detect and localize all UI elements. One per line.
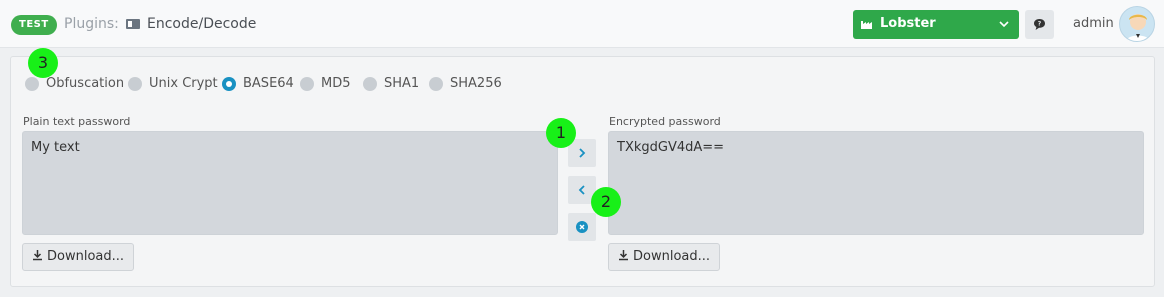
- radio-circle[interactable]: [300, 77, 314, 91]
- radio-circle[interactable]: [128, 77, 142, 91]
- radio-label: SHA1: [384, 76, 420, 91]
- plugin-name[interactable]: Encode/Decode: [147, 16, 256, 32]
- svg-text:?: ?: [1038, 21, 1042, 28]
- annotation-marker-2: 2: [591, 187, 621, 217]
- radio-label: SHA256: [450, 76, 502, 91]
- radio-circle[interactable]: [429, 77, 443, 91]
- user-name[interactable]: admin: [1073, 16, 1114, 31]
- radio-label: Unix Crypt: [149, 76, 218, 91]
- user-avatar[interactable]: [1119, 6, 1155, 42]
- radio-label: Obfuscation: [46, 76, 125, 91]
- annotation-marker-1: 1: [546, 118, 576, 148]
- download-plain-button[interactable]: Download...: [22, 243, 135, 271]
- clear-button[interactable]: [568, 213, 596, 241]
- radio-circle[interactable]: [363, 77, 377, 91]
- annotation-marker-3: 3: [28, 48, 58, 78]
- env-badge: TEST: [11, 15, 57, 35]
- download-icon: [33, 250, 42, 261]
- chat-bubble-icon: ?: [1034, 19, 1045, 30]
- close-circle-icon: [576, 221, 588, 233]
- chevron-down-icon: [999, 21, 1009, 28]
- encrypted-output[interactable]: TXkgdGV4dA==: [608, 131, 1144, 235]
- radio-label: MD5: [321, 76, 351, 91]
- radio-circle[interactable]: [25, 77, 39, 91]
- encode-button[interactable]: [568, 139, 596, 167]
- download-label: Download...: [47, 249, 125, 264]
- plain-text-label: Plain text password: [23, 115, 131, 128]
- chevron-right-icon: [579, 148, 586, 158]
- environment-name: Lobster: [880, 16, 936, 31]
- encrypted-label: Encrypted password: [609, 115, 721, 128]
- download-encrypted-button[interactable]: Download...: [608, 243, 721, 271]
- chevron-left-icon: [578, 185, 585, 195]
- plain-text-input[interactable]: My text: [22, 131, 558, 235]
- plugins-label: Plugins:: [64, 16, 119, 32]
- chat-button[interactable]: ?: [1025, 10, 1054, 39]
- id-card-icon: [126, 19, 140, 29]
- environment-select[interactable]: Lobster: [853, 10, 1019, 39]
- factory-icon: [861, 21, 872, 29]
- download-label: Download...: [633, 249, 711, 264]
- person-avatar-icon: [1125, 14, 1151, 41]
- radio-circle-checked[interactable]: [222, 77, 236, 91]
- download-icon: [619, 250, 628, 261]
- radio-label: BASE64: [243, 76, 294, 91]
- top-bar: TEST Plugins: Encode/Decode Lobster ? ad…: [0, 0, 1164, 48]
